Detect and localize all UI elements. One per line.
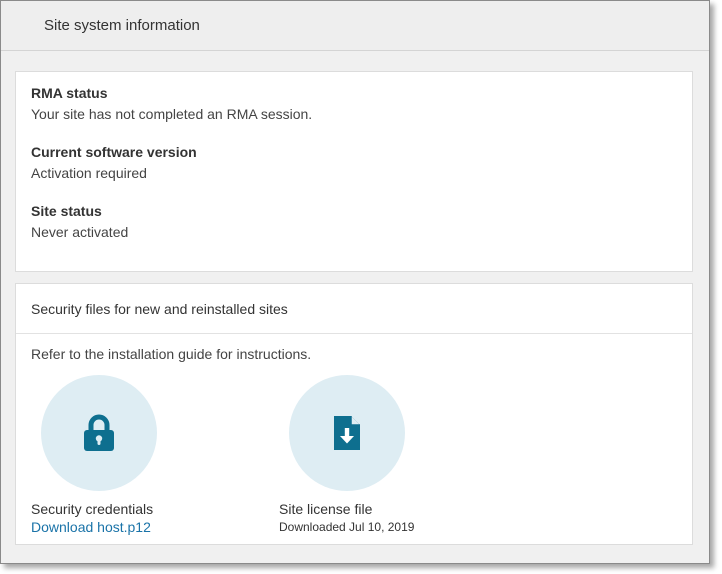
download-host-p12-link[interactable]: Download host.p12 xyxy=(31,519,157,535)
page-title: Site system information xyxy=(44,17,200,34)
security-files-note: Refer to the installation guide for inst… xyxy=(31,346,312,362)
lock-icon xyxy=(84,414,114,451)
software-version-block: Current software version Activation requ… xyxy=(31,144,677,183)
security-files-title: Security files for new and reinstalled s… xyxy=(16,284,692,334)
license-downloaded-date: Downloaded Jul 10, 2019 xyxy=(279,520,415,534)
security-credentials-tile: Security credentials Download host.p12 xyxy=(31,375,157,535)
license-title: Site license file xyxy=(279,501,373,517)
site-status-label: Site status xyxy=(31,203,102,219)
security-files-card: Security files for new and reinstalled s… xyxy=(15,283,693,545)
site-status-block: Site status Never activated xyxy=(31,203,677,242)
site-info-card: RMA status Your site has not completed a… xyxy=(15,71,693,272)
rma-status-label: RMA status xyxy=(31,85,108,101)
software-version-value: Activation required xyxy=(31,165,147,181)
file-download-icon xyxy=(334,416,360,450)
site-status-value: Never activated xyxy=(31,224,129,240)
site-system-window: Site system information RMA status Your … xyxy=(0,0,710,564)
license-icon-circle[interactable] xyxy=(289,375,405,491)
credentials-title: Security credentials xyxy=(31,501,154,517)
site-license-tile: Site license file Downloaded Jul 10, 201… xyxy=(279,375,414,534)
rma-status-block: RMA status Your site has not completed a… xyxy=(31,85,677,124)
page-header: Site system information xyxy=(1,1,709,51)
credentials-icon-circle[interactable] xyxy=(41,375,157,491)
software-version-label: Current software version xyxy=(31,144,197,160)
rma-status-value: Your site has not completed an RMA sessi… xyxy=(31,106,313,122)
